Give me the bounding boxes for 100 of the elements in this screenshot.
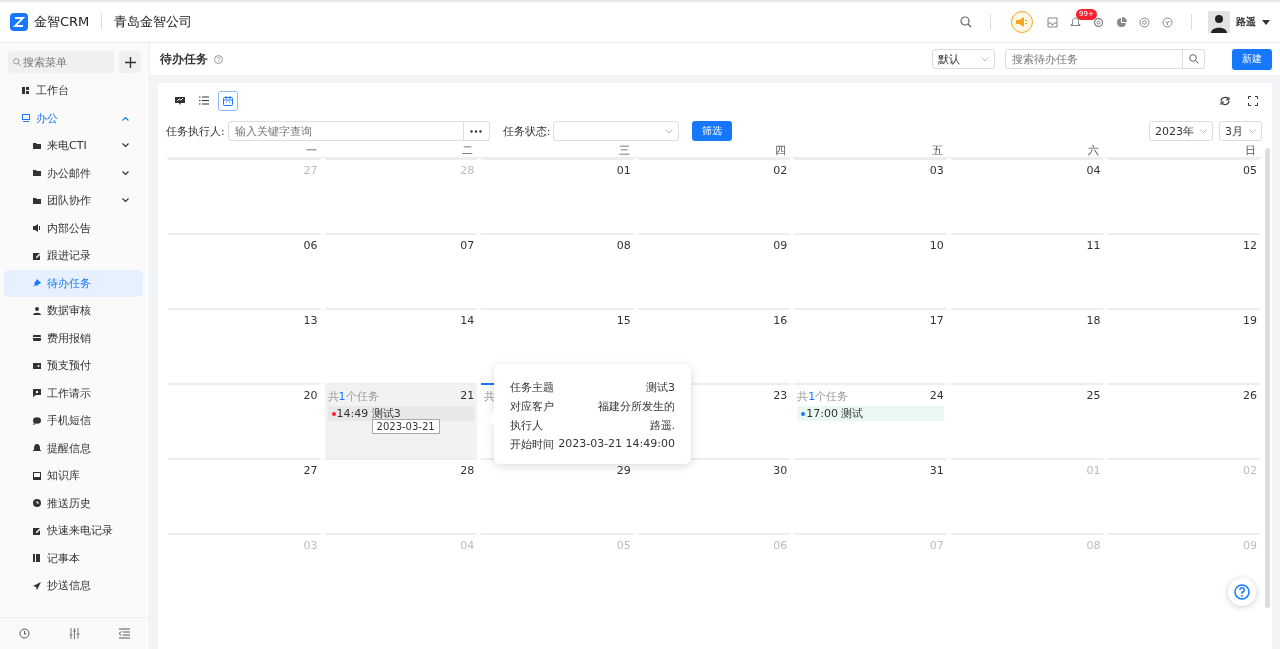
task-count: 共 [484, 389, 496, 404]
day-cell[interactable]: 03 [794, 158, 947, 233]
inbox-icon[interactable] [1047, 16, 1058, 28]
day-number: 27 [303, 464, 318, 477]
day-cell[interactable]: 08 [481, 233, 634, 308]
day-cell[interactable]: 共1个任务 21 14:49 测试3 2023-03-21 [324, 383, 478, 458]
menu-item[interactable]: 内部公告 [4, 214, 143, 242]
clock-icon [33, 499, 41, 508]
day-cell[interactable]: 04 [950, 158, 1104, 233]
folder-icon [33, 141, 41, 150]
field-value: 路遥. [649, 418, 675, 434]
menu-item[interactable]: 工作请示 [4, 379, 143, 407]
menu-item[interactable]: 待办任务 [4, 269, 143, 297]
pie-chart-icon[interactable] [1116, 16, 1127, 28]
day-cell[interactable]: 12 [1107, 233, 1260, 308]
month-select[interactable]: 3月 [1219, 121, 1262, 141]
day-cell[interactable]: 02 [637, 158, 791, 233]
day-number: 04 [460, 539, 475, 552]
day-cell[interactable]: 27 [168, 458, 321, 533]
sliders-icon[interactable] [69, 628, 80, 639]
menu-item[interactable]: 推送历史 [4, 489, 143, 517]
day-number: 05 [616, 539, 631, 552]
day-number: 08 [616, 239, 631, 252]
weekday-label: 四 [774, 143, 788, 158]
more-icon [470, 129, 483, 133]
outdent-icon[interactable] [118, 628, 130, 639]
assignee-field[interactable]: 输入关键字查询 [227, 121, 464, 141]
notebook-icon [33, 554, 41, 563]
search-icon[interactable] [960, 16, 972, 28]
task-count: 共1个任务 [327, 389, 379, 404]
day-cell[interactable]: 19 [1107, 308, 1260, 383]
menu-item[interactable]: 办公 [4, 104, 143, 132]
search-button[interactable] [1183, 49, 1205, 69]
day-number: 19 [1243, 314, 1257, 327]
menu-search-field[interactable]: 搜索菜单 [8, 51, 114, 73]
user-name[interactable]: 路遥 [1236, 15, 1256, 29]
list-icon [199, 96, 209, 106]
day-cell[interactable]: 13 [168, 308, 321, 383]
menu-item[interactable]: 手机短信 [4, 407, 143, 435]
day-cell[interactable]: 25 [950, 383, 1104, 458]
weekday-label: 二 [461, 143, 475, 158]
weekday-label: 六 [1087, 143, 1101, 158]
scrollbar[interactable] [1265, 148, 1270, 608]
day-cell[interactable]: 18 [950, 308, 1104, 383]
filter-button[interactable]: 筛选 [692, 121, 733, 141]
day-cell[interactable]: 17 [794, 308, 947, 383]
menu-item[interactable]: 提醒信息 [4, 434, 143, 462]
settings-icon[interactable] [1093, 16, 1104, 28]
view-select[interactable]: 默认 [932, 49, 995, 69]
chevron-up-icon [122, 115, 129, 121]
menu-item[interactable]: 来电CTI [4, 132, 143, 160]
help-button[interactable] [1228, 578, 1256, 606]
menu-item[interactable]: 跟进记录 [4, 242, 143, 270]
menu-item[interactable]: 记事本 [4, 544, 143, 572]
fullscreen-icon[interactable] [1248, 96, 1258, 106]
edit-icon [33, 251, 41, 260]
day-cell[interactable]: 05 [1107, 158, 1260, 233]
menu-item[interactable]: 抄送信息 [4, 572, 143, 600]
menu-item[interactable]: 费用报销 [4, 324, 143, 352]
bell-icon[interactable] [1070, 16, 1081, 28]
menu-item[interactable]: 工作台 [4, 77, 143, 105]
add-button[interactable] [119, 51, 141, 73]
more-button[interactable] [463, 121, 490, 141]
day-cell[interactable]: 31 [794, 458, 947, 533]
page-title: 待办任务 [160, 51, 208, 67]
chevron-down-icon [122, 143, 129, 149]
day-cell[interactable]: 20 [168, 383, 321, 458]
avatar[interactable] [1208, 11, 1230, 33]
circle-icon[interactable] [1139, 16, 1150, 28]
day-cell[interactable]: 共1个任务 24 17:00 测试 [794, 383, 947, 458]
day-number: 28 [460, 164, 475, 177]
folder-icon [33, 196, 41, 205]
calendar-view-button[interactable] [218, 91, 238, 111]
day-cell[interactable]: 28 [324, 458, 478, 533]
new-button[interactable]: 新建 [1232, 48, 1272, 70]
menu-item[interactable]: 快速来电记录 [4, 517, 143, 545]
caret-icon[interactable] [1262, 19, 1270, 25]
day-cell[interactable]: 26 [1107, 383, 1260, 458]
menu-item[interactable]: 预支预付 [4, 352, 143, 380]
field-label: 任务主题 [510, 380, 554, 396]
menu-item[interactable]: 数据审核 [4, 297, 143, 325]
day-cell[interactable]: 07 [324, 233, 478, 308]
day-cell[interactable]: 09 [637, 233, 791, 308]
day-cell[interactable]: 11 [950, 233, 1104, 308]
year-select[interactable]: 2023年 [1149, 121, 1213, 141]
refresh-icon[interactable] [1220, 96, 1230, 106]
task-event[interactable]: 17:00 测试 [797, 406, 944, 421]
chevron-down-icon [1200, 129, 1207, 133]
day-cell[interactable]: 01 [481, 158, 634, 233]
task-search-field[interactable]: 搜索待办任务 [1005, 49, 1183, 69]
day-number: 18 [1086, 314, 1101, 327]
menu-item[interactable]: 办公邮件 [4, 159, 143, 187]
day-cell[interactable]: 10 [794, 233, 947, 308]
weekday-label: 五 [930, 143, 944, 158]
history-icon[interactable] [19, 628, 31, 639]
menu-item[interactable]: 知识库 [4, 462, 143, 490]
menu-item[interactable]: 团队协作 [4, 187, 143, 215]
day-cell[interactable]: 06 [168, 233, 321, 308]
task-event[interactable]: 14:49 测试3 [327, 406, 475, 421]
day-number: 27 [303, 164, 318, 177]
